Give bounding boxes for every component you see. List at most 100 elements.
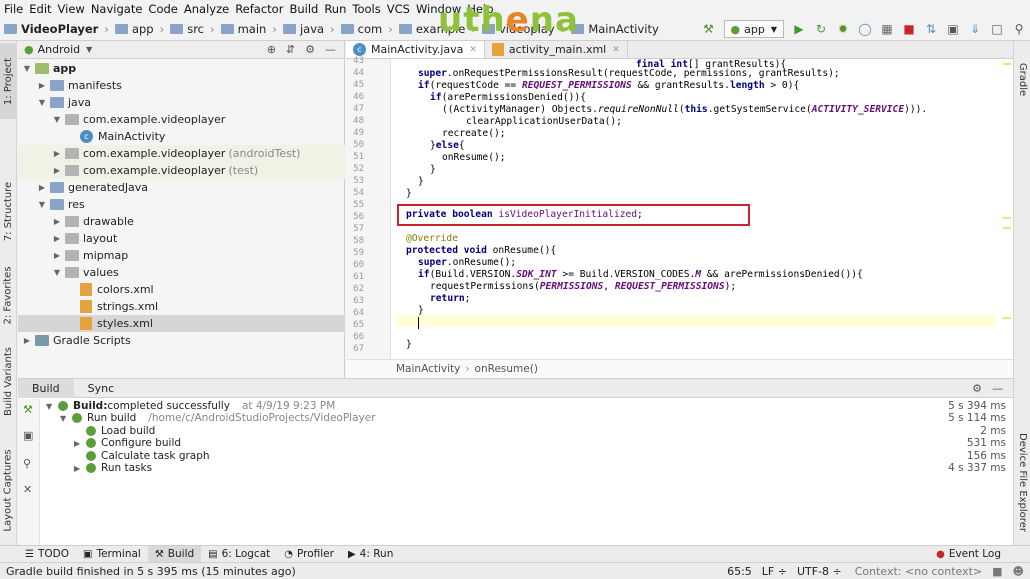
run-icon[interactable]: ▶ — [791, 21, 807, 37]
tree-item[interactable]: ▶ manifests — [18, 77, 345, 94]
hammer-icon[interactable]: ⚒ — [701, 21, 717, 37]
breadcrumb-item[interactable]: VideoPlayer › — [4, 22, 109, 36]
chevron-down-icon[interactable]: ▼ — [52, 268, 62, 277]
tool-tab-todo[interactable]: ☰ TODO — [18, 546, 76, 563]
chevron-right-icon[interactable]: ▶ — [74, 464, 86, 473]
tab-structure[interactable]: 7: Structure — [0, 171, 17, 251]
breadcrumb-item[interactable]: app › — [114, 22, 164, 36]
tab-build[interactable]: Build — [18, 378, 74, 398]
tree-item[interactable]: ▶ Gradle Scripts — [18, 332, 345, 349]
menu-analyze[interactable]: Analyze — [184, 2, 229, 16]
tool-tab-build[interactable]: ⚒ Build — [147, 545, 202, 563]
menu-refactor[interactable]: Refactor — [235, 2, 283, 16]
line-separator[interactable]: LF ÷ — [762, 565, 787, 578]
hide-icon[interactable]: — — [992, 382, 1003, 395]
breadcrumb-item[interactable]: main › — [220, 22, 277, 36]
chevron-right-icon[interactable]: ▶ — [37, 81, 47, 90]
breadcrumb-item[interactable]: java › — [282, 22, 335, 36]
layout-inspector-icon[interactable]: □ — [989, 21, 1005, 37]
menu-view[interactable]: View — [58, 2, 85, 16]
gear-icon[interactable]: ⚙ — [972, 382, 982, 395]
tree-item[interactable]: ▶ mipmap — [18, 247, 345, 264]
pin-icon[interactable]: ⚲ — [23, 457, 31, 470]
tab-build-variants[interactable]: Build Variants — [0, 341, 17, 421]
breadcrumb-item[interactable]: src › — [170, 22, 215, 36]
tab-gradle[interactable]: Gradle — [1014, 51, 1030, 107]
close-icon[interactable]: ✕ — [612, 45, 620, 55]
tree-item[interactable]: ▶ generatedJava — [18, 179, 345, 196]
menu-build[interactable]: Build — [289, 2, 318, 16]
tab-sync[interactable]: Sync — [74, 379, 129, 398]
build-row[interactable]: ▶ Run tasks 4 s 337 ms — [40, 462, 1010, 474]
chevron-right-icon[interactable]: ▶ — [37, 183, 47, 192]
tool-tab-terminal[interactable]: ▣ Terminal — [76, 546, 148, 563]
build-row[interactable]: Calculate task graph 156 ms — [40, 450, 1010, 462]
avd-manager-icon[interactable]: ▣ — [945, 21, 961, 37]
breadcrumb-class[interactable]: MainActivity — [396, 363, 460, 375]
apply-changes-icon[interactable]: ↻ — [813, 21, 829, 37]
stop-icon[interactable]: ■ — [901, 21, 917, 37]
debug-icon[interactable]: ✹ — [835, 21, 851, 37]
event-log-button[interactable]: ● Event Log — [929, 546, 1008, 563]
build-row[interactable]: ▶ Configure build 531 ms — [40, 437, 1010, 449]
tree-item[interactable]: ▼ res — [18, 196, 345, 213]
tool-tab-profiler[interactable]: ◔ Profiler — [277, 546, 341, 563]
search-icon[interactable]: ⚲ — [1011, 21, 1027, 37]
tree-item[interactable]: ▼ java — [18, 94, 345, 111]
menu-vcs[interactable]: VCS — [387, 2, 410, 16]
menu-run[interactable]: Run — [324, 2, 346, 16]
chevron-down-icon[interactable]: ▼ — [86, 45, 92, 54]
tree-item[interactable]: ▼ values — [18, 264, 345, 281]
breadcrumb-method[interactable]: onResume() — [475, 363, 538, 375]
build-row[interactable]: ▼ Run build/home/c/AndroidStudioProjects/… — [40, 412, 1010, 424]
tab-project[interactable]: 1: Project — [0, 43, 17, 119]
menu-file[interactable]: File — [4, 2, 23, 16]
tree-item[interactable]: strings.xml — [18, 298, 345, 315]
tab-favorites[interactable]: 2: Favorites — [0, 257, 17, 333]
close-icon[interactable]: ✕ — [469, 45, 477, 55]
menu-code[interactable]: Code — [148, 2, 177, 16]
sync-gradle-icon[interactable]: ⇅ — [923, 21, 939, 37]
chevron-down-icon[interactable]: ▼ — [60, 414, 72, 423]
chevron-down-icon[interactable]: ▼ — [46, 402, 58, 411]
breadcrumb-item[interactable]: com › — [340, 22, 393, 36]
toggle-view-icon[interactable]: ▣ — [23, 429, 33, 442]
tab-device-file-explorer[interactable]: Device File Explorer — [1014, 427, 1030, 537]
profile-icon[interactable]: ◯ — [857, 21, 873, 37]
caret-position[interactable]: 65:5 — [727, 565, 752, 578]
close-icon[interactable]: ✕ — [23, 483, 32, 496]
tree-item[interactable]: ▼ com.example.videoplayer — [18, 111, 345, 128]
inspector-icon[interactable]: ☻ — [1013, 565, 1024, 578]
attach-debugger-icon[interactable]: ▦ — [879, 21, 895, 37]
collapse-icon[interactable]: ⇵ — [286, 43, 295, 56]
breadcrumb-item[interactable]: MainActivity — [571, 22, 659, 36]
chevron-down-icon[interactable]: ▼ — [52, 115, 62, 124]
tree-item[interactable]: colors.xml — [18, 281, 345, 298]
build-row[interactable]: Load build 2 ms — [40, 425, 1010, 437]
tree-item[interactable]: ▶ com.example.videoplayer (androidTest) — [18, 145, 345, 162]
tree-item[interactable]: ▶ layout — [18, 230, 345, 247]
chevron-down-icon[interactable]: ▼ — [22, 64, 32, 73]
sdk-manager-icon[interactable]: ⇓ — [967, 21, 983, 37]
chevron-right-icon[interactable]: ▶ — [52, 149, 62, 158]
hide-icon[interactable]: — — [325, 43, 336, 56]
build-row[interactable]: ▼ Build: completed successfully at 4/9/19 … — [40, 400, 1010, 412]
tool-tab-4-run[interactable]: ▶ 4: Run — [341, 546, 400, 563]
chevron-right-icon[interactable]: ▶ — [52, 217, 62, 226]
project-view-select[interactable]: Android — [38, 43, 81, 56]
tree-item[interactable]: styles.xml — [18, 315, 345, 332]
menu-edit[interactable]: Edit — [29, 2, 51, 16]
tree-item[interactable]: ▶ drawable — [18, 213, 345, 230]
run-config-select[interactable]: ● app ▼ — [723, 20, 784, 38]
tree-item[interactable]: ▼ app — [18, 60, 345, 77]
hammer-icon[interactable]: ⚒ — [23, 403, 33, 416]
tree-item[interactable]: ▶ com.example.videoplayer (test) — [18, 162, 345, 179]
tab-activity-main-xml[interactable]: activity_main.xml ✕ — [485, 41, 628, 58]
target-icon[interactable]: ⊕ — [267, 43, 276, 56]
chevron-down-icon[interactable]: ▼ — [37, 98, 47, 107]
file-encoding[interactable]: UTF-8 ÷ — [797, 565, 842, 578]
chevron-right-icon[interactable]: ▶ — [52, 234, 62, 243]
tab-layout-captures[interactable]: Layout Captures — [0, 443, 17, 537]
chevron-right-icon[interactable]: ▶ — [52, 166, 62, 175]
chevron-down-icon[interactable]: ▼ — [37, 200, 47, 209]
